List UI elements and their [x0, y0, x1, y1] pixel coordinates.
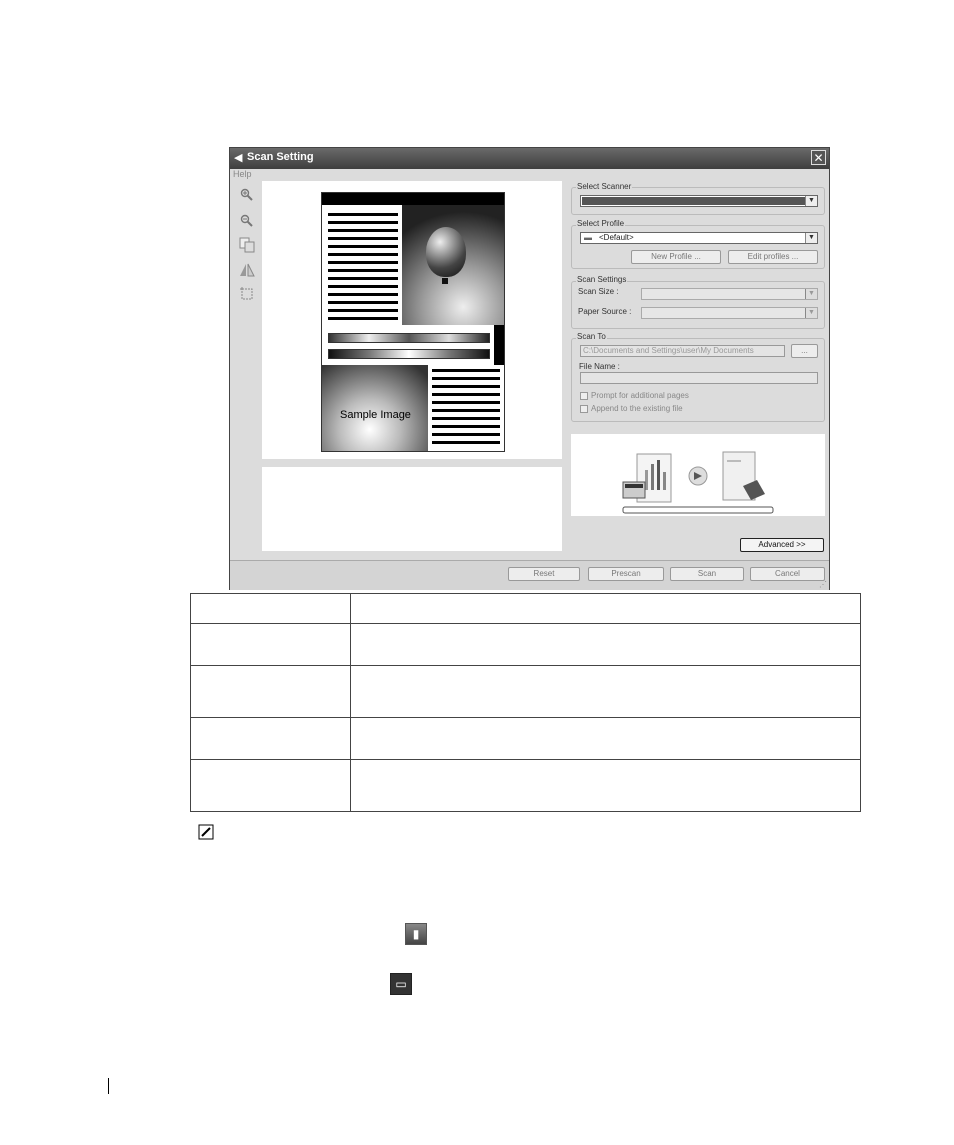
new-profile-button[interactable]: New Profile ... [631, 250, 721, 264]
text-lines-block-2 [428, 365, 504, 451]
file-name-field[interactable] [580, 372, 818, 384]
scanner-app-icon: ▮ [405, 923, 427, 945]
table-cell [350, 593, 861, 624]
append-existing-file-label: Append to the existing file [591, 404, 683, 413]
scan-setting-dialog: ◀ Scan Setting ✕ Help Sample Image Selec… [229, 147, 830, 590]
scan-size-label: Scan Size : [578, 287, 619, 296]
chevron-down-icon: ▼ [805, 289, 817, 299]
gradient-bar-2 [328, 349, 490, 359]
sample-image-label: Sample Image [340, 409, 411, 421]
sample-preview-image: Sample Image [321, 192, 505, 452]
window-title: Scan Setting [247, 151, 314, 163]
preview-toolbar [234, 184, 260, 364]
arrow-right-icon [688, 466, 708, 486]
flip-icon[interactable] [238, 262, 256, 280]
table-cell [190, 665, 351, 718]
table-row [190, 593, 861, 624]
edit-profiles-button[interactable]: Edit profiles ... [728, 250, 818, 264]
table-cell [190, 593, 351, 624]
balloon-basket [442, 278, 448, 284]
hot-air-balloon [426, 227, 466, 277]
profile-dropdown[interactable]: ▬ <Default> ▼ [580, 232, 818, 244]
title-bar[interactable]: ◀ Scan Setting ✕ [230, 148, 829, 169]
chevron-down-icon: ▼ [805, 308, 817, 318]
crop-icon[interactable] [238, 286, 256, 304]
gradient-bars [322, 325, 494, 365]
progress-bar [622, 506, 774, 514]
file-name-label: File Name : [579, 362, 620, 371]
table-row [190, 623, 861, 666]
resize-grip-icon[interactable]: ⋰ [819, 580, 827, 589]
scanner-dropdown[interactable]: ▼ [580, 195, 818, 207]
scan-illustration [622, 451, 774, 514]
bottom-button-bar: Reset Prescan Scan Cancel ⋰ [230, 560, 829, 590]
cancel-button[interactable]: Cancel [750, 567, 825, 581]
cloud-photo: Sample Image [322, 365, 428, 451]
profile-selected: <Default> [599, 233, 634, 242]
table-cell [190, 717, 351, 760]
fit-page-icon[interactable] [238, 237, 256, 255]
menu-help[interactable]: Help [233, 169, 252, 179]
chevron-down-icon: ▼ [805, 196, 817, 206]
table-cell [190, 623, 351, 666]
printer-icon: ▭ [390, 973, 412, 995]
chevron-down-icon: ▼ [805, 233, 817, 243]
zoom-out-icon[interactable] [238, 214, 256, 232]
pencil-note-icon [198, 824, 214, 840]
profile-icon: ▬ [584, 233, 592, 242]
text-lines-block [322, 205, 402, 325]
table-row [190, 759, 861, 812]
table-cell [350, 623, 861, 666]
preview-area[interactable]: Sample Image [262, 181, 562, 459]
table-cell [350, 665, 861, 718]
append-existing-file-checkbox[interactable] [580, 405, 588, 413]
table-cell [350, 717, 861, 760]
balloon-photo [402, 205, 504, 325]
output-document-icon [722, 451, 765, 501]
scan-settings-label: Scan Settings [576, 275, 628, 284]
scan-button[interactable]: Scan [670, 567, 744, 581]
select-profile-label: Select Profile [576, 219, 626, 228]
scan-to-path-field[interactable]: C:\Documents and Settings\user\My Docume… [580, 345, 785, 357]
table-cell [350, 759, 861, 812]
table-row [190, 717, 861, 760]
select-scanner-label: Select Scanner [576, 182, 633, 191]
scan-progress-panel [571, 434, 825, 516]
info-area [262, 467, 562, 551]
app-icon: ◀ [234, 152, 243, 164]
zoom-in-icon[interactable] [238, 188, 256, 206]
close-button[interactable]: ✕ [811, 150, 826, 165]
prompt-additional-pages-label: Prompt for additional pages [591, 391, 689, 400]
table-cell [190, 759, 351, 812]
description-table [190, 593, 861, 812]
advanced-button[interactable]: Advanced >> [740, 538, 824, 552]
gradient-bar-1 [328, 333, 490, 343]
prompt-additional-pages-checkbox[interactable] [580, 392, 588, 400]
scanner-document-icon [622, 453, 672, 503]
scan-to-label: Scan To [576, 332, 607, 341]
page-margin-rule [108, 1078, 109, 1094]
paper-source-label: Paper Source : [578, 307, 632, 316]
prescan-button[interactable]: Prescan [588, 567, 664, 581]
paper-source-dropdown[interactable]: ▼ [641, 307, 818, 319]
reset-button[interactable]: Reset [508, 567, 580, 581]
browse-button[interactable]: ... [791, 344, 818, 358]
table-row [190, 665, 861, 718]
scan-size-dropdown[interactable]: ▼ [641, 288, 818, 300]
